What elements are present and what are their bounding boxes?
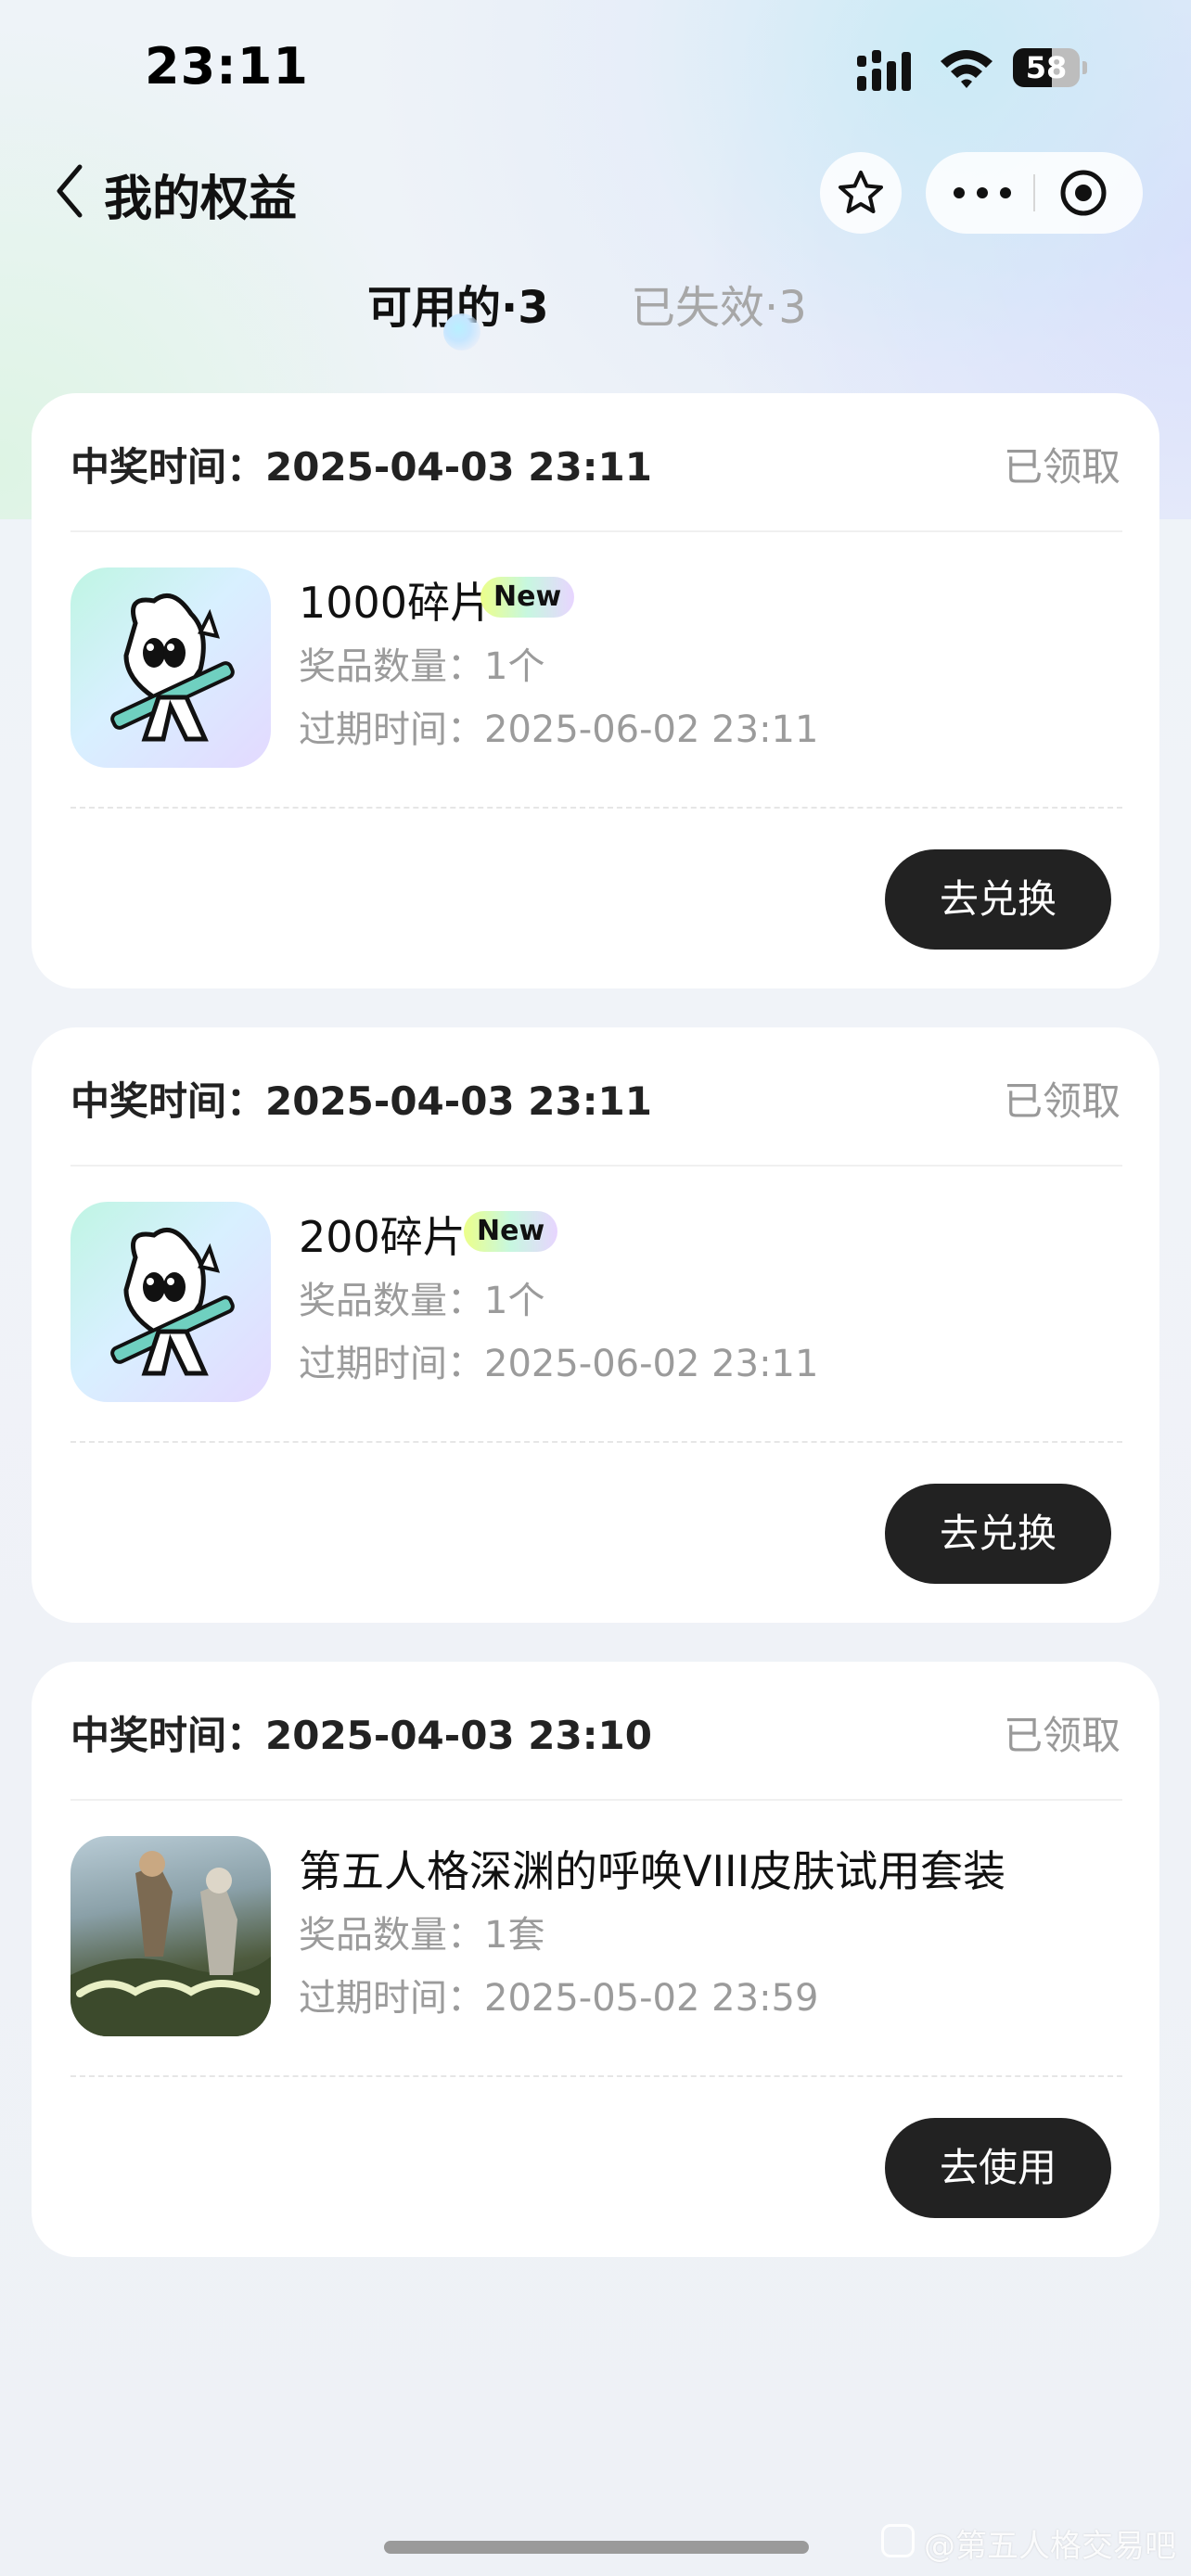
card-divider	[70, 530, 1122, 532]
expire-time: 过期时间：2025-06-02 23:11	[299, 708, 819, 751]
card-divider	[70, 1165, 1122, 1167]
watermark-text: @第五人格交易吧	[924, 2528, 1176, 2565]
active-tab-indicator	[443, 313, 480, 351]
status-label: 已领取	[1003, 1713, 1121, 1758]
watermark-icon	[881, 2524, 915, 2557]
win-time: 中奖时间：2025-04-03 23:11	[70, 444, 652, 490]
dashed-divider	[70, 2075, 1122, 2077]
back-chevron-icon[interactable]	[52, 158, 89, 224]
cellular-signal-icon	[857, 50, 911, 91]
prize-card: 中奖时间：2025-04-03 23:11 已领取 1000碎片 New 奖品数…	[32, 393, 1159, 988]
game-artwork-image	[70, 1851, 271, 2036]
close-target-icon[interactable]	[1059, 169, 1108, 217]
star-icon	[839, 171, 883, 213]
prize-quantity: 奖品数量：1套	[299, 1914, 545, 1957]
guitar-mascot-icon	[110, 1227, 235, 1376]
page-title: 我的权益	[104, 172, 298, 227]
mini-program-capsule	[926, 152, 1143, 234]
win-time: 中奖时间：2025-04-03 23:11	[70, 1078, 652, 1124]
prize-quantity: 奖品数量：1个	[299, 645, 545, 688]
prize-thumbnail	[70, 1836, 271, 2036]
status-bar: 23:11 58	[0, 0, 1191, 139]
prize-card: 中奖时间：2025-04-03 23:11 已领取 200碎片 New 奖品数量…	[32, 1027, 1159, 1623]
expire-time: 过期时间：2025-05-02 23:59	[299, 1977, 819, 2020]
status-label: 已领取	[1003, 1078, 1121, 1124]
status-label: 已领取	[1003, 444, 1121, 490]
battery-indicator: 58	[1013, 48, 1087, 87]
prize-thumbnail	[70, 567, 271, 768]
dashed-divider	[70, 807, 1122, 809]
prize-name: 第五人格深渊的呼唤VIII皮肤试用套装	[299, 1846, 1006, 1896]
redeem-button[interactable]: 去兑换	[885, 1484, 1111, 1584]
expire-time: 过期时间：2025-06-02 23:11	[299, 1343, 819, 1385]
card-divider	[70, 1799, 1122, 1801]
battery-percentage: 58	[1025, 50, 1068, 85]
prize-thumbnail	[70, 1202, 271, 1402]
favorite-button[interactable]	[820, 152, 902, 234]
use-button[interactable]: 去使用	[885, 2118, 1111, 2218]
prize-name: 200碎片	[299, 1212, 466, 1262]
capsule-divider	[1033, 174, 1035, 211]
dashed-divider	[70, 1441, 1122, 1443]
win-time: 中奖时间：2025-04-03 23:10	[70, 1713, 652, 1758]
new-badge: New	[464, 1211, 558, 1252]
redeem-button[interactable]: 去兑换	[885, 849, 1111, 950]
prize-card: 中奖时间：2025-04-03 23:10 已领取 第五人格深渊的呼唤VIII皮…	[32, 1662, 1159, 2257]
battery-tip	[1082, 61, 1087, 74]
guitar-mascot-icon	[110, 593, 235, 742]
home-indicator[interactable]	[384, 2541, 809, 2554]
prize-name: 1000碎片	[299, 578, 493, 628]
tab-expired[interactable]: 已失效·3	[631, 271, 807, 336]
new-badge: New	[480, 577, 575, 618]
prize-quantity: 奖品数量：1个	[299, 1280, 545, 1322]
wifi-icon	[941, 50, 992, 88]
more-options-icon[interactable]	[954, 187, 1011, 198]
battery-body: 58	[1013, 48, 1080, 87]
status-time: 23:11	[145, 37, 309, 96]
